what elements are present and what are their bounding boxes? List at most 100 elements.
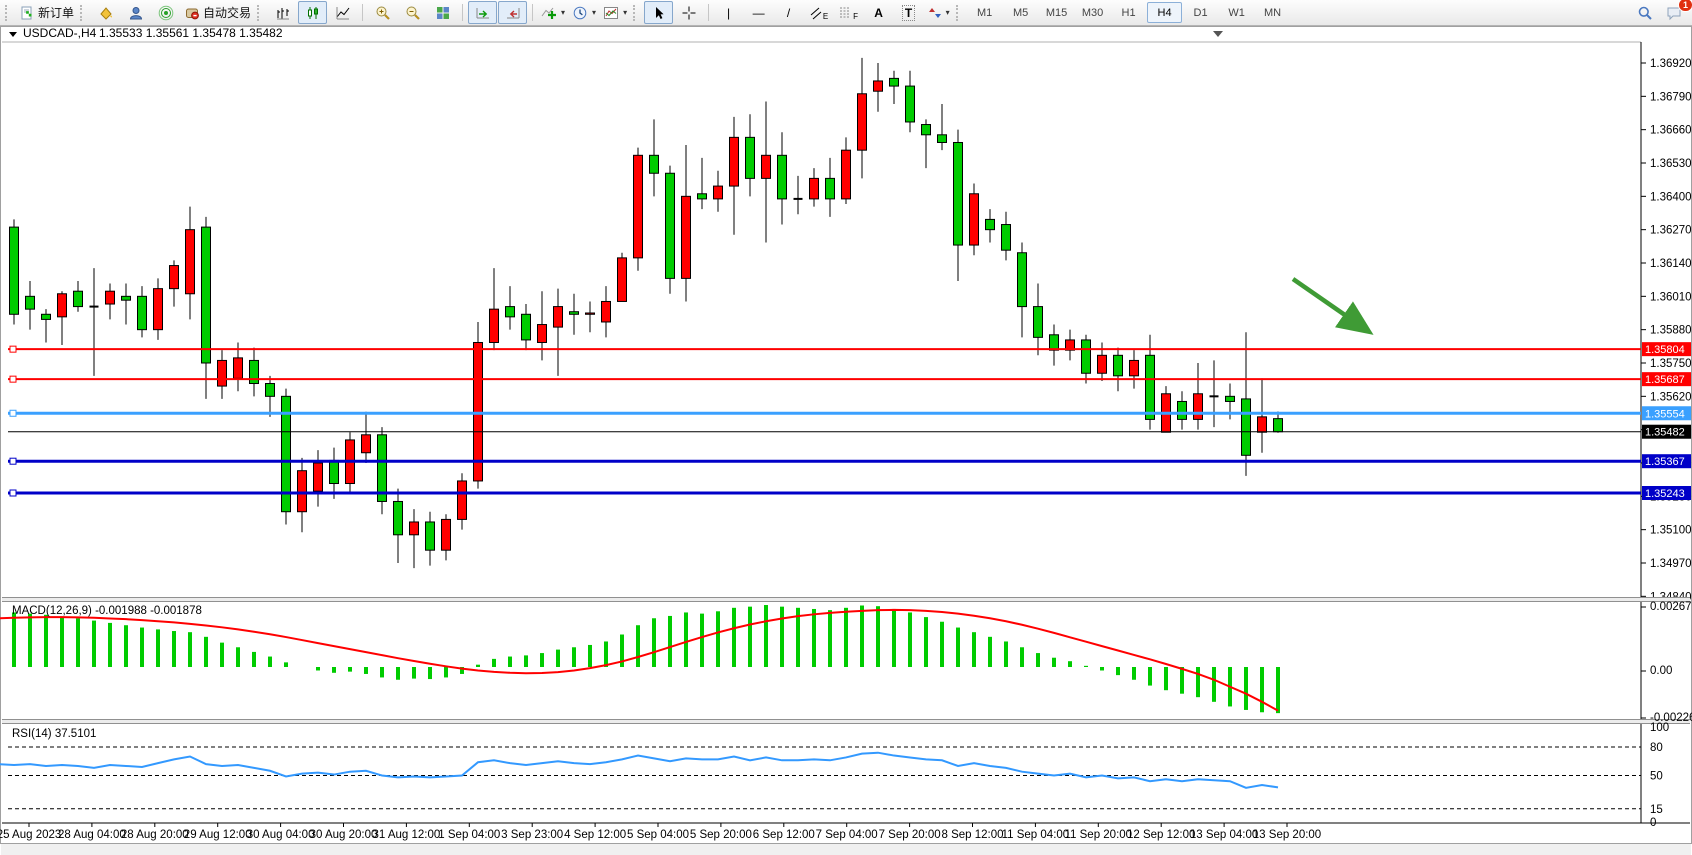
toolbar-grip[interactable] [80, 5, 86, 21]
indicators-button[interactable]: ▾ [538, 1, 568, 24]
line-anchor[interactable] [10, 410, 16, 416]
price-tick-label: 1.36270 [1650, 225, 1692, 237]
chart-title: USDCAD-,H41.35533 1.35561 1.35478 1.3548… [9, 26, 283, 40]
price-chart[interactable]: USDCAD-,H41.35533 1.35561 1.35478 1.3548… [0, 26, 1692, 855]
timeframe-w1[interactable]: W1 [1219, 2, 1254, 23]
macd-label: MACD(12,26,9) -0.001988 -0.001878 [12, 605, 202, 617]
equidistant-channel-button[interactable]: E [804, 1, 833, 24]
search-button[interactable] [1630, 1, 1659, 24]
candle [26, 296, 35, 309]
toolbar-grip[interactable] [633, 5, 639, 21]
arrows-button[interactable]: ▾ [924, 1, 953, 24]
channel-letter: E [823, 12, 828, 21]
candle [218, 360, 227, 386]
candle [906, 86, 915, 122]
signals-button[interactable] [151, 1, 180, 24]
templates-button[interactable]: ▾ [600, 1, 630, 24]
bar-chart-button[interactable] [268, 1, 297, 24]
line-anchor[interactable] [10, 376, 16, 382]
candle [314, 463, 323, 491]
zoom-out-icon [405, 5, 421, 21]
toolbar-grip[interactable] [956, 5, 962, 21]
candle [138, 296, 147, 329]
candle [810, 178, 819, 199]
horizontal-line-button[interactable]: — [744, 1, 773, 24]
line-anchor[interactable] [10, 346, 16, 352]
text-label-button[interactable]: T [894, 1, 923, 24]
chevron-down-icon: ▾ [561, 8, 565, 17]
trendline-button[interactable]: / [774, 1, 803, 24]
profile-button[interactable] [121, 1, 150, 24]
fibonacci-button[interactable]: F [834, 1, 863, 24]
chevron-down-icon: ▾ [592, 8, 596, 17]
bar-chart-icon [275, 5, 291, 21]
price-line-badge-label: 1.35804 [1645, 344, 1685, 356]
time-tick-label: 1 Sep 04:00 [438, 829, 500, 841]
crosshair-button[interactable] [674, 1, 703, 24]
timeframe-m1[interactable]: M1 [967, 2, 1002, 23]
candle [74, 291, 83, 306]
timeframe-h4[interactable]: H4 [1147, 2, 1182, 23]
macd-axis-label: 0.00 [1650, 665, 1672, 677]
line-anchor[interactable] [10, 458, 16, 464]
candle [538, 325, 547, 343]
timeframe-m30[interactable]: M30 [1075, 2, 1110, 23]
candle [202, 227, 211, 363]
timeframe-m15[interactable]: M15 [1039, 2, 1074, 23]
toolbar-grip[interactable] [5, 5, 11, 21]
notification-badge: 1 [1678, 0, 1692, 12]
new-order-button[interactable]: 新订单 [16, 1, 77, 24]
candle [106, 291, 115, 304]
timeframe-m5[interactable]: M5 [1003, 2, 1038, 23]
toolbar-separator [708, 4, 709, 21]
candlestick-chart-button[interactable] [298, 1, 327, 24]
candle [842, 150, 851, 199]
timeframe-h1[interactable]: H1 [1111, 2, 1146, 23]
candle [266, 384, 275, 397]
zoom-out-button[interactable] [398, 1, 427, 24]
toolbar-grip[interactable] [257, 5, 263, 21]
candle [698, 194, 707, 199]
line-anchor[interactable] [10, 490, 16, 496]
timeframe-mn[interactable]: MN [1255, 2, 1290, 23]
text-icon: A [874, 6, 883, 20]
periods-button[interactable]: ▾ [569, 1, 599, 24]
time-tick-label: 30 Aug 20:00 [310, 829, 378, 841]
candle [874, 81, 883, 91]
fibonacci-icon [839, 5, 853, 21]
candle [378, 435, 387, 502]
chat-button[interactable]: 1 [1660, 1, 1689, 24]
chart-shift-button[interactable] [498, 1, 527, 24]
vertical-line-button[interactable]: | [714, 1, 743, 24]
horizontal-line-icon: — [753, 6, 765, 20]
timeframe-d1[interactable]: D1 [1183, 2, 1218, 23]
candle [1178, 401, 1187, 419]
time-tick-label: 7 Sep 20:00 [879, 829, 941, 841]
candle [10, 227, 19, 314]
svg-text:USDCAD-,H4: USDCAD-,H4 [23, 26, 97, 40]
timeframe-bar: M1M5M15M30H1H4D1W1MN [967, 2, 1290, 23]
candle [554, 307, 563, 328]
ink-bucket-button[interactable] [91, 1, 120, 24]
line-chart-button[interactable] [328, 1, 357, 24]
candle [602, 301, 611, 322]
price-tick-label: 1.34970 [1650, 558, 1692, 570]
time-tick-label: 3 Sep 23:00 [501, 829, 563, 841]
autoscroll-button[interactable] [468, 1, 497, 24]
text-button[interactable]: A [864, 1, 893, 24]
candle [1082, 340, 1091, 373]
autotrading-label: 自动交易 [203, 4, 251, 21]
time-tick-label: 6 Sep 12:00 [753, 829, 815, 841]
price-tick-label: 1.35750 [1650, 358, 1692, 370]
price-line-badge-label: 1.35243 [1645, 488, 1685, 500]
candle [666, 173, 675, 278]
chart-window[interactable]: USDCAD-,H41.35533 1.35561 1.35478 1.3548… [0, 26, 1692, 855]
cursor-button[interactable] [644, 1, 673, 24]
candle [426, 522, 435, 550]
toolbar: 新订单 自动交易 [0, 0, 1692, 26]
zoom-in-button[interactable] [368, 1, 397, 24]
rsi-axis-label: 100 [1650, 722, 1669, 734]
autotrading-button[interactable]: 自动交易 [181, 1, 254, 24]
time-tick-label: 28 Aug 20:00 [121, 829, 189, 841]
tile-windows-button[interactable] [428, 1, 457, 24]
